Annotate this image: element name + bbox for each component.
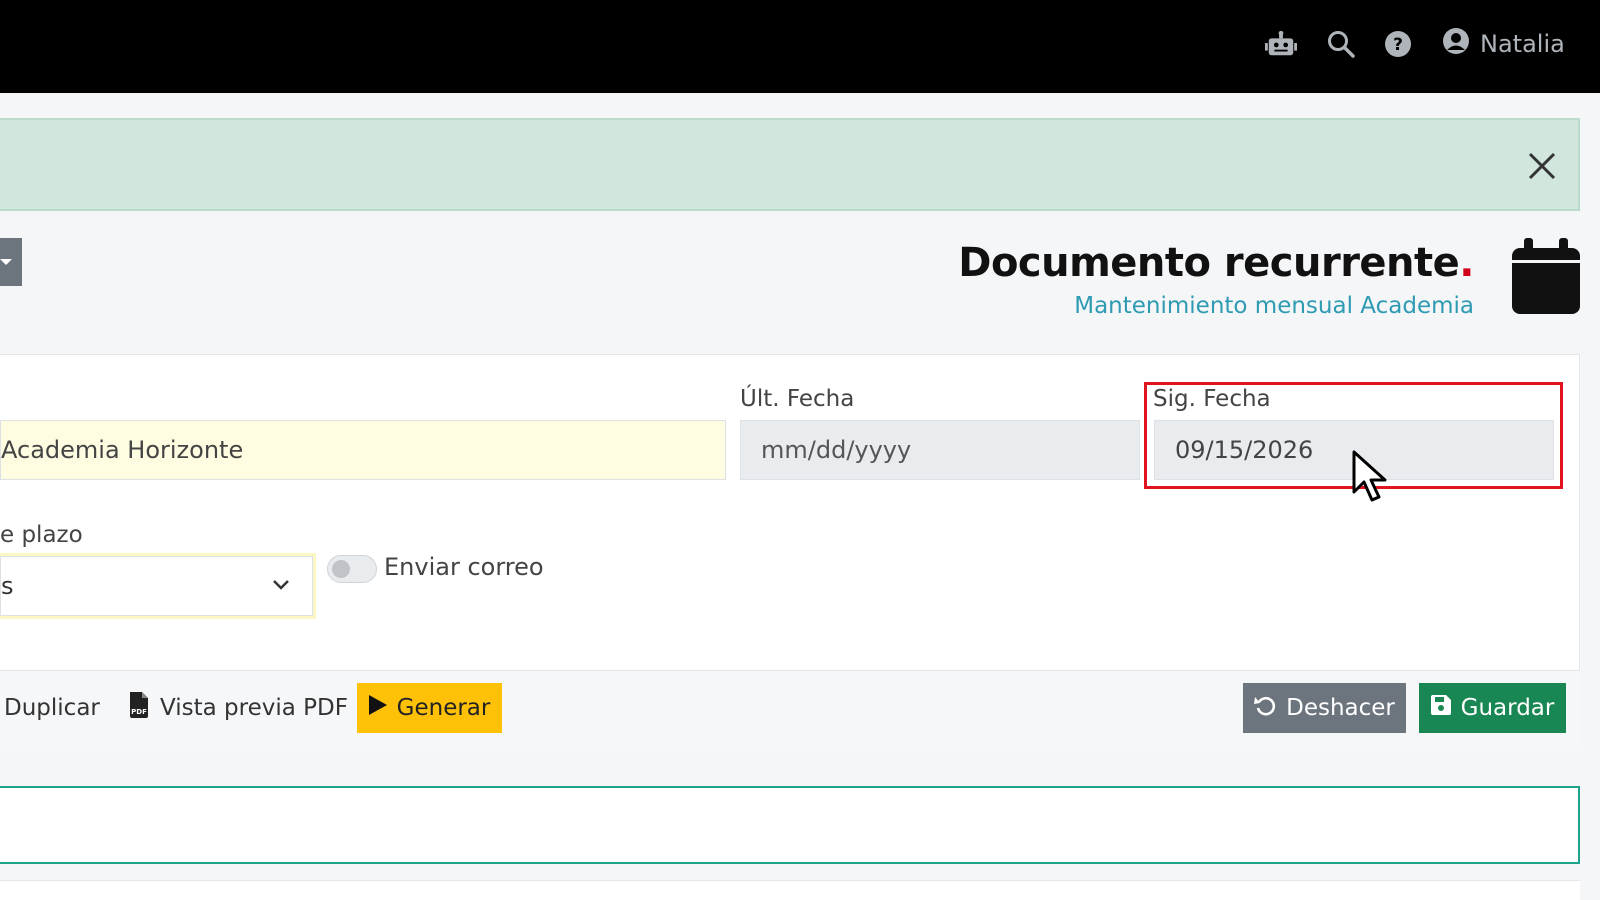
play-icon <box>368 695 387 721</box>
ult-fecha-placeholder: mm/dd/yyyy <box>761 436 912 464</box>
generate-button[interactable]: Generar <box>357 683 502 733</box>
close-icon[interactable] <box>1524 148 1560 184</box>
top-navbar: ? Natalia <box>0 0 1600 93</box>
save-button[interactable]: Guardar <box>1419 683 1566 733</box>
page-heading: Documento recurrente. Mantenimiento mens… <box>958 240 1474 320</box>
user-name: Natalia <box>1480 30 1565 58</box>
bottom-panel <box>0 880 1580 900</box>
ult-fecha-label: Últ. Fecha <box>740 386 855 412</box>
svg-text:?: ? <box>1393 35 1403 55</box>
success-alert <box>0 118 1580 211</box>
duplicate-button[interactable]: Duplicar <box>0 683 114 733</box>
actions-dropdown-button[interactable] <box>0 238 22 286</box>
caret-down-icon <box>0 259 12 265</box>
svg-text:PDF: PDF <box>131 708 147 716</box>
save-icon <box>1430 695 1451 721</box>
enviar-correo-toggle[interactable] <box>327 555 377 583</box>
enviar-correo-label: Enviar correo <box>384 553 544 581</box>
title-dot: . <box>1459 240 1474 286</box>
sig-fecha-input[interactable]: 09/15/2026 <box>1154 420 1554 480</box>
sig-fecha-value: 09/15/2026 <box>1175 436 1314 464</box>
pdf-preview-button[interactable]: PDF Vista previa PDF <box>114 683 362 733</box>
undo-icon <box>1254 694 1276 722</box>
plazo-value: s <box>1 572 14 600</box>
plazo-select[interactable]: s <box>0 556 313 616</box>
page-subtitle: Mantenimiento mensual Academia <box>1074 293 1474 319</box>
user-menu[interactable]: Natalia <box>1442 24 1565 64</box>
lower-panel <box>0 786 1580 864</box>
user-circle-icon <box>1442 27 1470 61</box>
plazo-label: e plazo <box>0 522 83 548</box>
robot-icon[interactable] <box>1265 28 1297 60</box>
calendar-icon <box>1512 238 1580 314</box>
sig-fecha-label: Sig. Fecha <box>1153 386 1271 412</box>
undo-button[interactable]: Deshacer <box>1243 683 1406 733</box>
chevron-down-icon <box>273 580 289 590</box>
ult-fecha-input[interactable]: mm/dd/yyyy <box>740 420 1140 480</box>
search-icon[interactable] <box>1325 28 1357 60</box>
page-title: Documento recurrente. <box>958 240 1474 286</box>
file-pdf-icon: PDF <box>128 692 150 724</box>
client-name-field[interactable]: Academia Horizonte <box>0 420 726 480</box>
client-name-value: Academia Horizonte <box>1 436 244 464</box>
toggle-knob <box>332 560 350 578</box>
help-icon[interactable]: ? <box>1382 28 1414 60</box>
